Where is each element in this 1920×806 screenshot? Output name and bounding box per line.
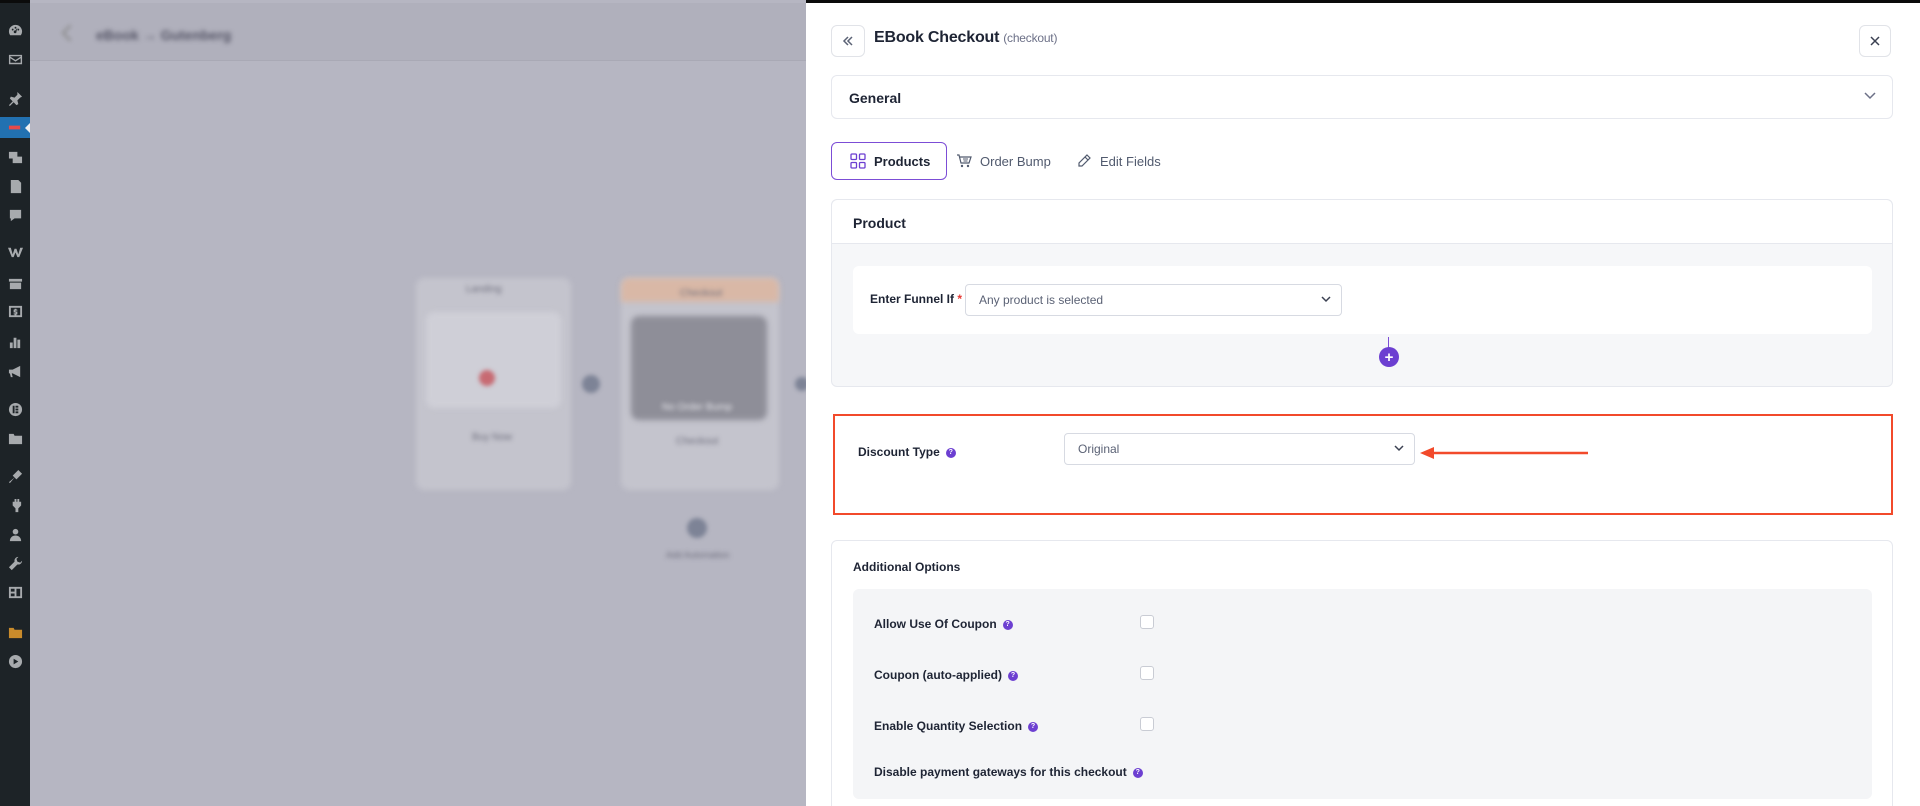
connector-dot-1	[582, 375, 600, 393]
back-arrow-icon	[61, 24, 79, 42]
allow-coupon-checkbox[interactable]	[1140, 615, 1154, 629]
help-icon[interactable]: ?	[1002, 619, 1013, 630]
drawer-title: EBook Checkout (checkout)	[874, 29, 1057, 47]
funnel-canvas: eBook → Gutenberg Landing Buy Now Checko…	[30, 0, 806, 806]
media-icon[interactable]	[7, 149, 23, 165]
products-icon[interactable]	[7, 275, 23, 291]
discount-type-value: Original	[1078, 442, 1120, 456]
settings-icon[interactable]	[7, 584, 23, 600]
enter-funnel-label: Enter Funnel If *	[870, 292, 963, 306]
payments-icon[interactable]	[7, 303, 23, 319]
option-allow-coupon-label: Allow Use Of Coupon?	[874, 617, 1013, 631]
condition-select-value: Any product is selected	[979, 293, 1104, 307]
discount-type-section: Discount Type? Original	[833, 414, 1893, 515]
general-accordion[interactable]: General	[831, 75, 1893, 119]
help-icon[interactable]: ?	[1007, 670, 1018, 681]
chevron-down-icon	[1864, 92, 1876, 100]
play-icon[interactable]	[7, 653, 23, 669]
quantity-selection-checkbox[interactable]	[1140, 717, 1154, 731]
admin-sidebar	[0, 0, 30, 806]
marketing-icon[interactable]	[7, 363, 23, 379]
double-chevron-left-icon	[842, 36, 853, 46]
checkout-node-label: Checkout	[680, 288, 723, 299]
elementor-icon[interactable]	[7, 401, 23, 417]
landing-preview	[426, 312, 561, 408]
checkout-preview-banner: No Order Bump	[662, 402, 733, 413]
tab-order-bump-label: Order Bump	[980, 153, 1051, 169]
appearance-icon[interactable]	[7, 468, 23, 484]
woo-icon[interactable]	[7, 243, 23, 259]
tab-edit-fields[interactable]: Edit Fields	[1076, 142, 1161, 180]
templates-icon[interactable]	[7, 430, 23, 446]
help-icon[interactable]: ?	[1028, 721, 1039, 732]
add-condition-button[interactable]: +	[1379, 347, 1399, 367]
plugins-icon[interactable]	[7, 497, 23, 513]
help-icon[interactable]: ?	[1132, 767, 1143, 778]
chevron-down-icon	[1321, 296, 1331, 303]
pages-icon[interactable]	[7, 178, 23, 194]
grid-icon	[850, 153, 866, 169]
tab-edit-fields-label: Edit Fields	[1100, 153, 1161, 169]
additional-options-heading: Additional Options	[853, 560, 961, 574]
canvas-breadcrumb: eBook → Gutenberg	[96, 27, 232, 43]
condition-select[interactable]: Any product is selected	[965, 284, 1342, 316]
step-settings-drawer: EBook Checkout (checkout) General Product…	[806, 0, 1920, 806]
close-drawer-button[interactable]	[1859, 25, 1891, 57]
product-panel-header: Product	[832, 200, 1892, 244]
option-disable-gateways-label: Disable payment gateways for this checko…	[874, 765, 1143, 779]
connector-dot-2	[795, 377, 806, 391]
annotation-arrow	[1420, 447, 1588, 459]
funnel-icon[interactable]	[7, 119, 23, 135]
close-icon	[1870, 36, 1880, 46]
product-heading: Product	[853, 215, 906, 231]
automation-caption: Add Automation	[666, 550, 730, 560]
chevron-down-icon	[1394, 445, 1404, 452]
users-icon[interactable]	[7, 526, 23, 542]
cart-icon	[957, 154, 972, 168]
landing-node-label: Landing	[466, 284, 502, 295]
dashboard-icon[interactable]	[7, 22, 23, 38]
mail-icon[interactable]	[7, 51, 23, 67]
option-quantity-label: Enable Quantity Selection?	[874, 719, 1039, 733]
additional-options-list: Allow Use Of Coupon? Coupon (auto-applie…	[853, 589, 1872, 799]
folder-icon[interactable]	[5, 624, 25, 640]
comments-icon[interactable]	[7, 207, 23, 223]
automation-dot	[687, 518, 707, 538]
pin-icon[interactable]	[7, 90, 23, 106]
tools-icon[interactable]	[7, 555, 23, 571]
analytics-icon[interactable]	[7, 333, 23, 349]
landing-node-caption: Buy Now	[472, 432, 513, 443]
tab-products[interactable]: Products	[831, 142, 948, 180]
step-type: (checkout)	[1003, 31, 1058, 45]
discount-type-select[interactable]: Original	[1064, 433, 1415, 465]
option-coupon-auto-label: Coupon (auto-applied)?	[874, 668, 1018, 682]
collapse-drawer-button[interactable]	[831, 25, 865, 57]
step-name: EBook Checkout	[874, 29, 1000, 46]
discount-type-label: Discount Type?	[858, 445, 956, 459]
tab-order-bump[interactable]: Order Bump	[956, 142, 1051, 180]
help-icon[interactable]: ?	[945, 447, 956, 458]
enter-funnel-condition: Enter Funnel If * Any product is selecte…	[853, 266, 1872, 334]
landing-preview-dot	[479, 370, 495, 386]
pencil-icon	[1078, 154, 1091, 167]
required-mark: *	[957, 292, 963, 306]
additional-options-panel: Additional Options Allow Use Of Coupon? …	[831, 540, 1893, 806]
checkout-node-caption: Checkout	[676, 436, 719, 447]
product-panel: Product Enter Funnel If * Any product is…	[831, 199, 1893, 387]
canvas-header: eBook → Gutenberg	[30, 3, 806, 61]
tab-products-label: Products	[874, 153, 931, 169]
coupon-auto-checkbox[interactable]	[1140, 666, 1154, 680]
general-accordion-label: General	[849, 90, 902, 106]
